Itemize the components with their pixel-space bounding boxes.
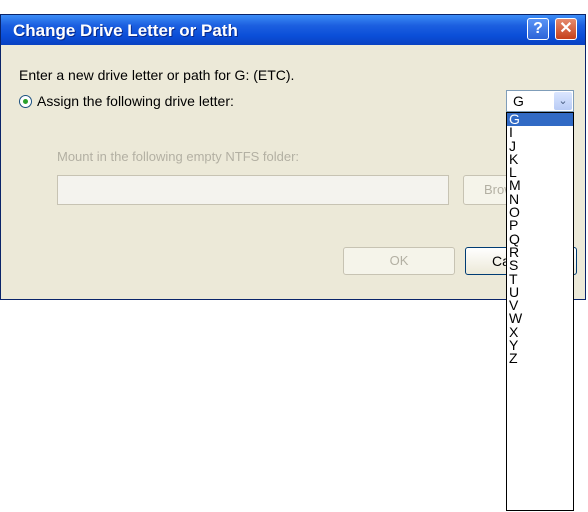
drive-letter-dropdown: GIJKLMNOPQRSTUVWXYZ (506, 112, 574, 511)
dropdown-option[interactable]: Z (507, 351, 573, 365)
close-button[interactable]: ✕ (555, 18, 577, 40)
dropdown-option[interactable]: I (507, 125, 573, 139)
window-title: Change Drive Letter or Path (13, 21, 238, 40)
dialog-window: Change Drive Letter or Path ? ✕ Enter a … (0, 14, 586, 300)
close-icon: ✕ (559, 20, 573, 37)
title-bar[interactable]: Change Drive Letter or Path ? ✕ (1, 15, 585, 45)
drive-letter-select[interactable]: G ⌄ (506, 90, 574, 112)
help-button[interactable]: ? (527, 18, 549, 40)
assign-letter-label[interactable]: Assign the following drive letter: (37, 93, 234, 109)
assign-letter-radio[interactable] (19, 95, 32, 108)
drive-letter-value: G (513, 93, 524, 109)
dropdown-option[interactable]: G (507, 113, 573, 127)
chevron-down-icon[interactable]: ⌄ (554, 92, 572, 110)
mount-folder-label: Mount in the following empty NTFS folder… (57, 149, 300, 164)
ok-button: OK (343, 247, 455, 275)
prompt-text: Enter a new drive letter or path for G: … (19, 67, 295, 83)
help-icon: ? (533, 20, 543, 37)
folder-path-input (57, 175, 449, 205)
